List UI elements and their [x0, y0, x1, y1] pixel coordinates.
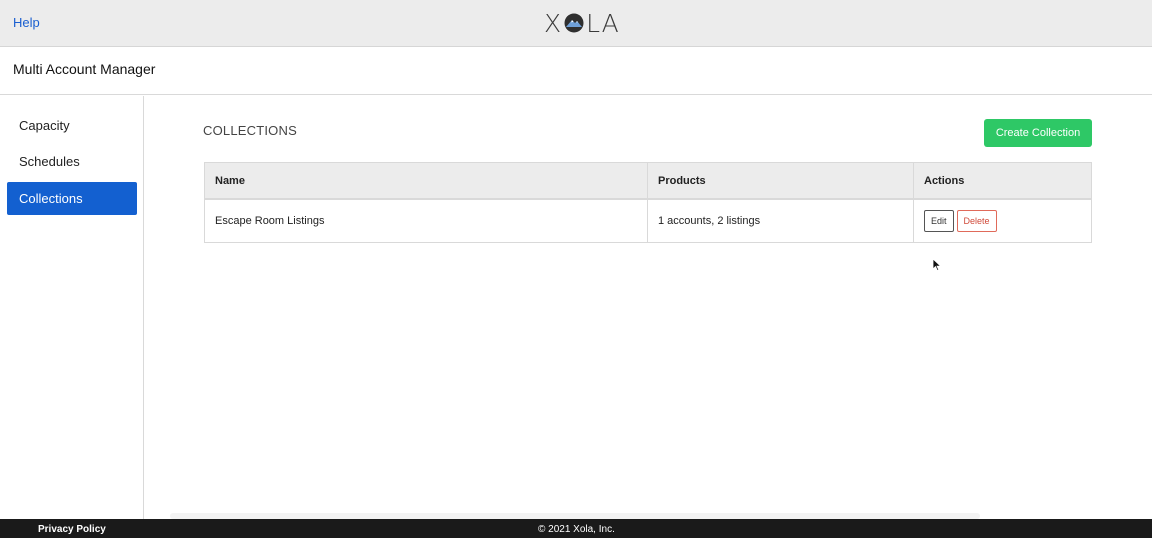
main-content: COLLECTIONS Create Collection Name Produ…: [145, 96, 1152, 519]
delete-button[interactable]: Delete: [956, 210, 997, 232]
help-link[interactable]: Help: [13, 15, 40, 30]
xola-logo[interactable]: X LA: [544, 8, 620, 38]
footer: Privacy Policy © 2021 Xola, Inc.: [0, 519, 1152, 538]
sidebar-item-schedules[interactable]: Schedules: [7, 145, 137, 178]
privacy-policy-link[interactable]: Privacy Policy: [38, 524, 106, 535]
table-row: Escape Room Listings 1 accounts, 2 listi…: [205, 200, 1091, 242]
copyright-text: © 2021 Xola, Inc.: [538, 524, 615, 535]
edit-button[interactable]: Edit: [924, 210, 954, 232]
logo-text-x: X: [544, 8, 563, 38]
sidebar-item-capacity[interactable]: Capacity: [7, 109, 137, 142]
column-header-name: Name: [205, 163, 648, 198]
sidebar-item-collections[interactable]: Collections: [7, 182, 137, 215]
mouse-cursor-icon: [932, 258, 942, 272]
section-title: COLLECTIONS: [203, 123, 297, 138]
column-header-actions: Actions: [924, 174, 965, 187]
collection-products-cell: 1 accounts, 2 listings: [648, 200, 914, 242]
collection-name-cell: Escape Room Listings: [205, 200, 648, 242]
collection-actions-cell: Edit Delete: [914, 200, 1091, 242]
logo-text-la: LA: [586, 8, 620, 38]
page-title: Multi Account Manager: [13, 61, 156, 77]
sidebar: Capacity Schedules Collections: [0, 96, 144, 519]
create-collection-button[interactable]: Create Collection: [984, 119, 1092, 147]
top-bar: Help X LA: [0, 0, 1152, 47]
collections-table: Name Products Actions Escape Room Listin…: [204, 162, 1092, 243]
sub-header: Multi Account Manager: [0, 47, 1152, 95]
table-header-row: Name Products Actions: [205, 163, 1091, 200]
column-header-products: Products: [648, 163, 914, 198]
mountain-o-icon: [564, 13, 584, 33]
